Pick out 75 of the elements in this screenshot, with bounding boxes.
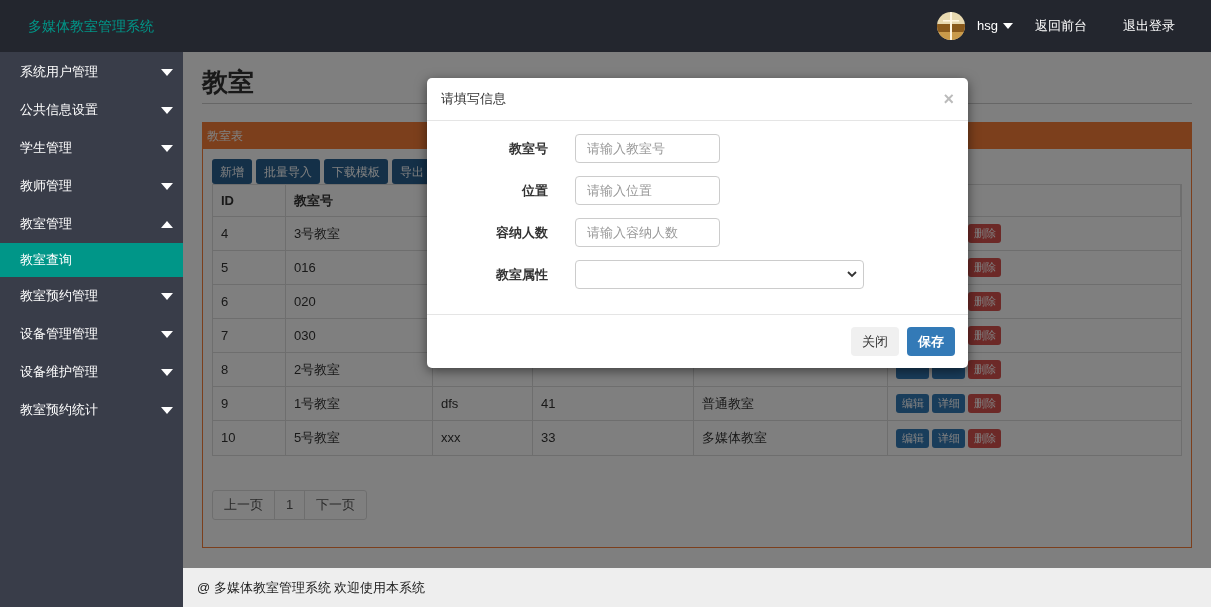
sidebar-item[interactable]: 教室管理	[0, 205, 183, 243]
table-cell-text: 030	[294, 326, 316, 345]
delete-button[interactable]: 删除	[968, 428, 1001, 448]
modal-title: 请填写信息	[441, 90, 506, 109]
sidebar-item[interactable]: 教室预约统计	[0, 391, 183, 429]
brand-title: 多媒体教室管理系统	[28, 16, 154, 36]
table-cell-text: 8	[221, 360, 229, 379]
caret-down-icon	[161, 406, 173, 414]
table-cell-text: 1号教室	[294, 394, 341, 413]
close-button[interactable]: ×	[943, 90, 954, 108]
table-cell-text: 41	[541, 394, 556, 413]
caret-down-icon	[161, 144, 173, 152]
edit-button[interactable]: 编辑	[896, 428, 929, 448]
sidebar-item[interactable]: 设备维护管理	[0, 353, 183, 391]
sidebar-item[interactable]: 设备管理管理	[0, 315, 183, 353]
delete-button[interactable]: 删除	[968, 292, 1001, 311]
delete-button[interactable]: 删除	[968, 326, 1001, 345]
table-cell-text: 016	[294, 258, 316, 277]
caret-down-icon	[161, 330, 173, 338]
sidebar-item[interactable]: 教师管理	[0, 167, 183, 205]
input-field[interactable]: 请输入教室号	[575, 134, 720, 163]
table-cell-text: 多媒体教室	[702, 429, 767, 448]
caret-up-icon	[161, 220, 173, 228]
table-cell-text: 10	[221, 429, 236, 448]
toolbar-button[interactable]: 批量导入	[256, 159, 320, 184]
caret-down-icon	[161, 182, 173, 190]
detail-button[interactable]: 详细	[932, 428, 965, 448]
caret-down-icon	[161, 368, 173, 376]
footer-text: @ 多媒体教室管理系统 欢迎使用本系统	[197, 578, 426, 597]
chevron-down-icon	[847, 271, 857, 278]
sidebar-item[interactable]: 学生管理	[0, 129, 183, 167]
table-cell-text: 普通教室	[702, 394, 754, 413]
caret-down-icon	[1003, 23, 1013, 29]
table-cell-text: 5号教室	[294, 429, 341, 448]
toolbar-button[interactable]: 新增	[212, 159, 252, 184]
field-label: 位置	[520, 181, 548, 200]
column-header: 教室号	[294, 191, 333, 210]
table-cell-text: xxx	[441, 429, 461, 448]
nav-link[interactable]: 返回前台	[1035, 16, 1087, 36]
close-dialog-button[interactable]: 关闭	[851, 327, 899, 356]
caret-down-icon	[161, 292, 173, 300]
table-cell-text: 3号教室	[294, 224, 341, 243]
table-cell-text: 4	[221, 224, 229, 243]
sidebar-item[interactable]: 教室预约管理	[0, 277, 183, 315]
select-field[interactable]	[575, 260, 864, 289]
delete-button[interactable]: 删除	[968, 360, 1001, 379]
sidebar-subitem[interactable]: 教室查询	[0, 243, 183, 277]
table-cell-text: 020	[294, 292, 316, 311]
table-cell-text: 5	[221, 258, 229, 277]
caret-down-icon	[161, 68, 173, 76]
table-cell-text: 6	[221, 292, 229, 311]
sidebar-item[interactable]: 系统用户管理	[0, 53, 183, 91]
page-title: 教室	[202, 66, 254, 99]
table-cell-text: dfs	[441, 394, 459, 413]
sidebar-item[interactable]: 公共信息设置	[0, 91, 183, 129]
input-field[interactable]: 请输入容纳人数	[575, 218, 720, 247]
input-field[interactable]: 请输入位置	[575, 176, 720, 205]
table-cell-text: 2号教室	[294, 360, 341, 379]
table-cell-text: 9	[221, 394, 229, 413]
nav-link[interactable]: 退出登录	[1123, 16, 1175, 36]
table-cell-text: 7	[221, 326, 229, 345]
toolbar-button[interactable]: 下载模板	[324, 159, 388, 184]
save-button[interactable]: 保存	[907, 327, 955, 356]
table-cell-text: 33	[541, 429, 556, 448]
delete-button[interactable]: 删除	[968, 394, 1001, 413]
caret-down-icon	[161, 106, 173, 114]
column-header: ID	[221, 191, 234, 210]
detail-button[interactable]: 详细	[932, 394, 965, 413]
edit-button[interactable]: 编辑	[896, 394, 929, 413]
delete-button[interactable]: 删除	[968, 258, 1001, 277]
delete-button[interactable]: 删除	[968, 224, 1001, 243]
pagination-link[interactable]: 1	[274, 491, 305, 519]
field-label: 教室属性	[495, 265, 548, 284]
user-menu[interactable]: hsg	[977, 16, 1013, 36]
field-label: 容纳人数	[495, 223, 548, 242]
